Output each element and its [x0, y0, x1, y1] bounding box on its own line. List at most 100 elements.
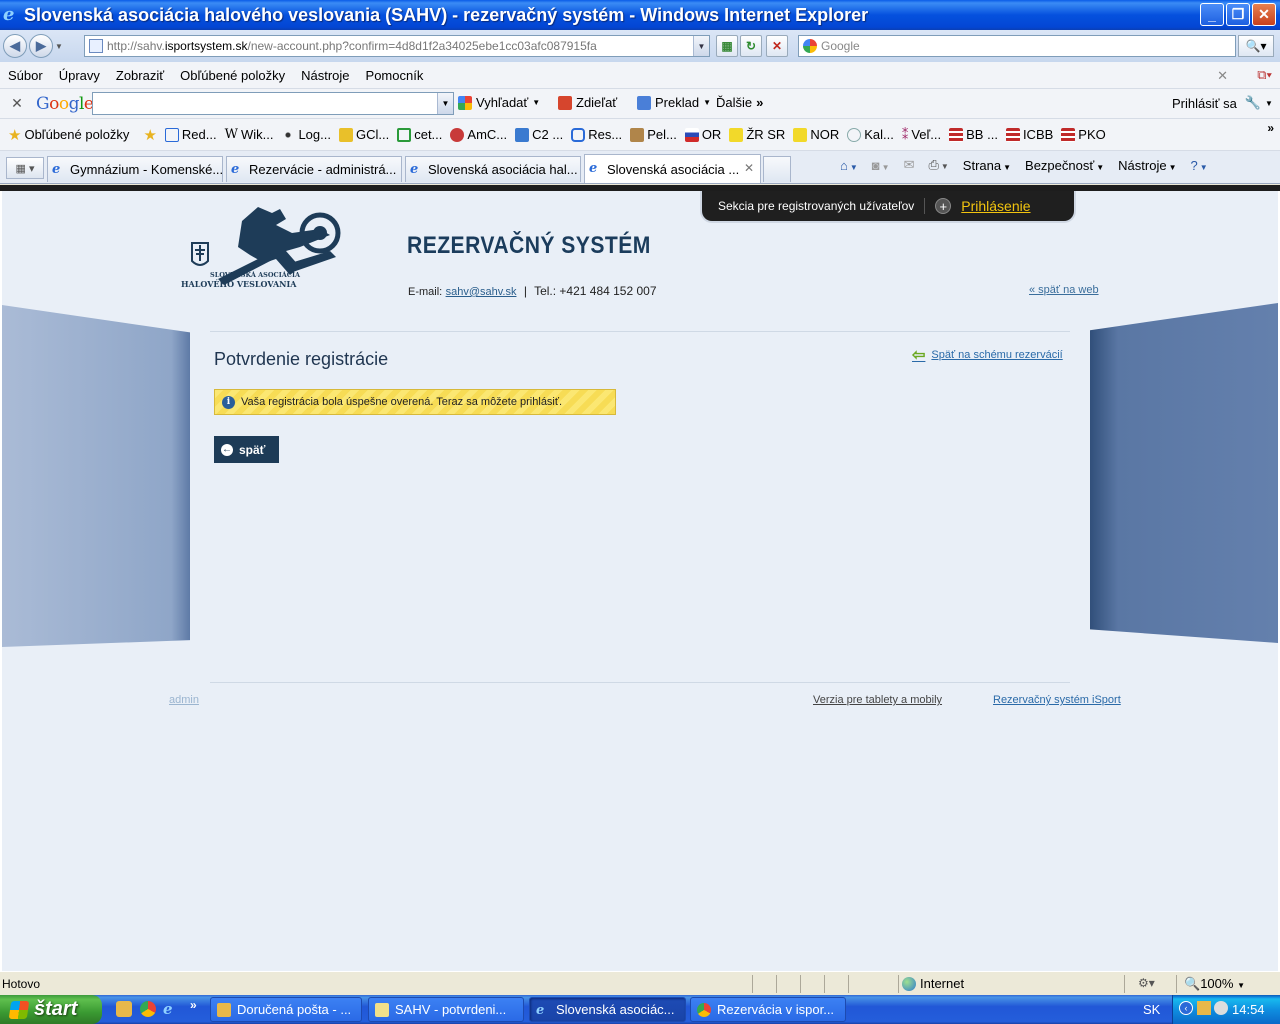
add-favorite-icon[interactable]: ★ — [143, 126, 156, 144]
task-chrome[interactable]: Rezervácia v ispor... — [690, 997, 846, 1022]
maximize-button[interactable]: ❐ — [1226, 3, 1250, 26]
fav-item-4[interactable]: GCl... — [338, 127, 389, 142]
fav-item-5[interactable]: cet... — [397, 127, 442, 142]
email-link[interactable]: sahv@sahv.sk — [446, 286, 517, 298]
google-toolbar: ✕ Google ▼ Vyhľadať ▼ Zdieľať Preklad ▼ Ďa… — [0, 89, 1280, 119]
compatibility-view-icon[interactable]: ▦ — [716, 35, 738, 57]
fav-item-3[interactable]: Log... — [281, 127, 331, 142]
menu-tools[interactable]: Nástroje — [293, 68, 357, 83]
mail-icon[interactable]: ✉ — [904, 157, 915, 173]
back-to-schema-link[interactable]: ⇦ Späť na schému rezervácií — [912, 345, 1063, 365]
help-icon[interactable]: ? ▼ — [1191, 158, 1208, 173]
forward-nav-button[interactable]: ▶ — [29, 34, 53, 58]
translate-button[interactable]: Preklad ▼ — [637, 95, 711, 110]
fav-item-15[interactable]: BB ... — [949, 127, 998, 142]
refresh-icon[interactable]: ↻ — [740, 35, 762, 57]
login-link[interactable]: Prihlásenie — [961, 198, 1030, 214]
google-search-dropdown-icon[interactable]: ▼ — [437, 93, 453, 114]
protected-mode-icon[interactable]: ⚙▾ — [1138, 976, 1155, 990]
close-window-button[interactable]: ✕ — [1252, 3, 1276, 26]
stop-icon[interactable]: ✕ — [766, 35, 788, 57]
menu-view[interactable]: Zobraziť — [108, 68, 172, 83]
task-ie-active[interactable]: e Slovenská asociác... — [529, 997, 686, 1022]
new-tab-button[interactable] — [763, 156, 791, 182]
fav-item-7[interactable]: C2 ... — [515, 127, 563, 142]
fav-item-6[interactable]: AmC... — [450, 127, 507, 142]
fav-item-2[interactable]: W Wik... — [225, 127, 274, 142]
favorites-button[interactable]: ★ Obľúbené položky — [8, 126, 129, 144]
fav-item-1[interactable]: Red... — [164, 127, 217, 142]
task-mail[interactable]: Doručená pošta - ... — [210, 997, 362, 1022]
fav-item-12[interactable]: NOR — [793, 127, 839, 142]
google-search-input[interactable]: ▼ — [92, 92, 454, 115]
quick-tabs-icon[interactable]: ▦ ▾ — [6, 157, 44, 179]
fav-item-11[interactable]: ŽR SR — [729, 127, 785, 142]
quicklaunch-ie-icon[interactable]: e — [163, 1001, 179, 1017]
tab-3[interactable]: e Slovenská asociácia hal... — [405, 156, 581, 182]
language-indicator[interactable]: SK — [1143, 1002, 1160, 1017]
close-menu-icon[interactable]: ✕ — [1217, 68, 1228, 84]
menu-file[interactable]: Súbor — [0, 68, 51, 83]
quicklaunch-clock-icon[interactable] — [116, 1001, 132, 1017]
task-sahv[interactable]: SAHV - potvrdeni... — [368, 997, 524, 1022]
tray-clock-icon[interactable] — [1197, 1001, 1211, 1015]
mail-app-icon — [217, 1002, 231, 1017]
tray-app-icon[interactable] — [1214, 1001, 1228, 1015]
page-icon — [89, 39, 103, 53]
fav-item-13[interactable]: Kal... — [847, 127, 894, 142]
page-menu-button[interactable]: Strana ▼ — [963, 158, 1011, 173]
fav-item-9[interactable]: Pel... — [630, 127, 677, 142]
fav-item-8[interactable]: Res... — [571, 127, 622, 142]
fav-item-10[interactable]: OR — [684, 127, 721, 142]
isport-link[interactable]: Rezervačný systém iSport — [993, 694, 1121, 706]
top-strip — [0, 185, 1280, 191]
login-bar-divider — [924, 198, 926, 214]
menu-favorites[interactable]: Obľúbené položky — [172, 68, 293, 83]
menu-edit[interactable]: Úpravy — [51, 68, 108, 83]
more-button[interactable]: Ďalšie» — [716, 95, 763, 110]
menu-help[interactable]: Pomocník — [358, 68, 432, 83]
print-icon[interactable]: ⎙ ▼ — [928, 157, 948, 173]
start-button[interactable]: štart — [0, 995, 102, 1024]
tab-2[interactable]: e Rezervácie - administrá... — [226, 156, 402, 182]
fav-item-17[interactable]: PKO — [1061, 127, 1106, 142]
window-title: Slovenská asociácia halového veslovania … — [24, 4, 869, 25]
minimize-button[interactable]: _ — [1200, 3, 1224, 26]
back-nav-button[interactable]: ◀ — [3, 34, 27, 58]
address-bar[interactable]: http://sahv. isportsystem.sk/new-account.… — [84, 35, 710, 57]
address-dropdown-icon[interactable]: ▼ — [693, 36, 709, 56]
favorites-more-icon[interactable]: » — [1267, 121, 1274, 135]
tools-menu-button[interactable]: Nástroje ▼ — [1118, 158, 1176, 173]
clock[interactable]: 14:54 — [1232, 1002, 1265, 1017]
fav-item-16[interactable]: ICBB — [1005, 127, 1053, 142]
security-zone[interactable]: Internet — [902, 976, 964, 991]
search-button[interactable]: 🔍▾ — [1238, 35, 1274, 57]
tab-1[interactable]: e Gymnázium - Komenské... — [47, 156, 223, 182]
sahv-logo[interactable]: SLOVENSKÁ ASOCIÁCIA HALOVÉHO VESLOVANIA — [180, 203, 350, 298]
google-search-button[interactable]: Vyhľadať ▼ — [458, 95, 540, 110]
quicklaunch-chrome-icon[interactable] — [140, 1001, 156, 1017]
tray-expand-icon[interactable]: ‹ — [1179, 1001, 1193, 1015]
tablet-version-link[interactable]: Verzia pre tablety a mobily — [813, 694, 942, 706]
tab-4-active[interactable]: e Slovenská asociácia ... ✕ — [584, 154, 761, 183]
window-title-bar[interactable]: e Slovenská asociácia halového veslovani… — [0, 0, 1280, 30]
url-prefix: http://sahv. — [107, 39, 165, 53]
search-input[interactable]: Google — [798, 35, 1236, 57]
zoom-level[interactable]: 🔍100% ▼ — [1184, 976, 1245, 992]
translate-icon[interactable]: ⧉▾ — [1257, 67, 1272, 83]
admin-link[interactable]: admin — [169, 694, 199, 706]
back-to-web-link[interactable]: « späť na web — [1029, 284, 1099, 296]
close-toolbar-icon[interactable]: ✕ — [6, 95, 28, 112]
signin-button[interactable]: Prihlásiť sa 🔧 ▼ — [1172, 95, 1273, 111]
quicklaunch-more-icon[interactable]: » — [190, 998, 197, 1012]
feeds-icon[interactable]: ◙ ▼ — [872, 158, 890, 173]
home-icon[interactable]: ⌂ ▼ — [840, 158, 858, 173]
fav-item-14[interactable]: ⁑ Veľ... — [902, 127, 941, 143]
history-dropdown-icon[interactable]: ▼ — [53, 42, 65, 51]
back-button[interactable]: ← späť — [214, 436, 279, 463]
left-decor-panel — [2, 305, 190, 647]
kal-icon — [847, 127, 862, 142]
share-button[interactable]: Zdieľať — [558, 95, 617, 110]
close-tab-icon[interactable]: ✕ — [744, 161, 754, 175]
safety-menu-button[interactable]: Bezpečnosť ▼ — [1025, 158, 1104, 173]
